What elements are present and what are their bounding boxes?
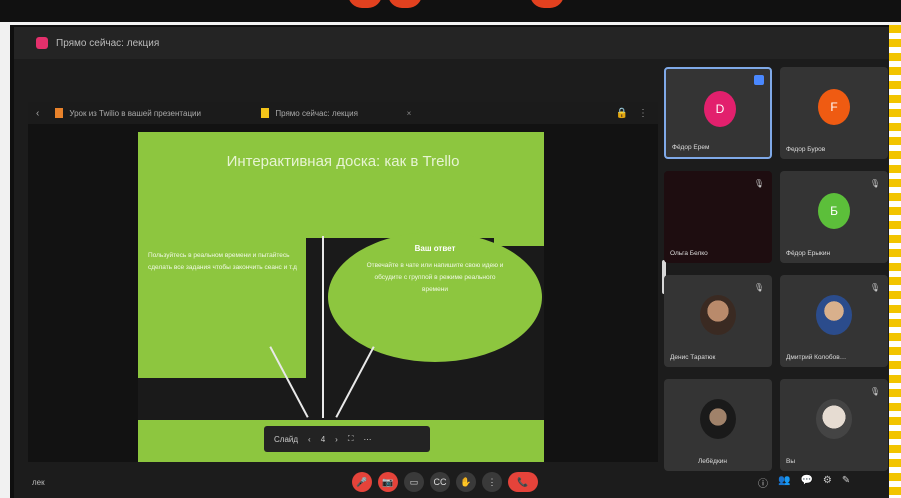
- tab-favicon-icon: [55, 108, 64, 118]
- participant-photo: [816, 295, 852, 335]
- participant-tile[interactable]: 🎙 Ольга Белко: [664, 171, 772, 263]
- participant-tile[interactable]: 🎙 Дмитрий Колобов…: [780, 275, 888, 367]
- mic-muted-icon: 🎙: [869, 179, 880, 188]
- participant-name: Фёдор Ерем: [672, 144, 710, 151]
- tab-favicon-icon: [261, 108, 270, 118]
- whiteboard-icon[interactable]: ✎: [842, 475, 850, 490]
- left-frame: [0, 25, 10, 498]
- more-icon[interactable]: ⋯: [363, 435, 371, 444]
- browser-tab-1[interactable]: Урок из Twilio в вашей презентации: [47, 102, 213, 124]
- recording-indicator: [348, 0, 382, 8]
- outer-window-top: [0, 0, 901, 25]
- info-icon[interactable]: ⓘ: [758, 475, 768, 490]
- participant-name: Фёдор Ерыкин: [786, 250, 831, 257]
- participant-name: Лебёдкин: [698, 458, 728, 465]
- mic-muted-icon: 🎙: [869, 283, 880, 292]
- tab-label: Прямо сейчас: лекция: [275, 108, 358, 118]
- meeting-app-window: Прямо сейчас: лекция ‹ Урок из Twilio в …: [14, 27, 889, 498]
- raise-hand-button[interactable]: ✋: [456, 472, 476, 492]
- presentation-slide: Интерактивная доска: как в Trello Пользу…: [138, 132, 544, 462]
- prev-slide-icon[interactable]: ‹: [308, 435, 311, 444]
- participant-name: Федор Буров: [786, 146, 826, 153]
- ellipse-title: Ваш ответ: [414, 244, 456, 253]
- slide-left-block: Пользуйтесь в реальном времени и пытайте…: [138, 238, 306, 378]
- mic-muted-icon: 🎙: [869, 387, 880, 396]
- avatar: F: [818, 89, 850, 125]
- slide-left-text: Пользуйтесь в реальном времени и пытайте…: [148, 252, 297, 271]
- participant-tile[interactable]: 🎙 Б Фёдор Ерыкин: [780, 171, 888, 263]
- fit-screen-icon[interactable]: ⛶: [348, 434, 354, 444]
- captions-button[interactable]: CC: [430, 472, 450, 492]
- app-title: Прямо сейчас: лекция: [56, 37, 160, 49]
- recording-indicator-2: [388, 0, 422, 8]
- participant-photo: [700, 295, 736, 335]
- close-icon[interactable]: ×: [407, 109, 412, 118]
- pin-icon: [754, 75, 764, 85]
- people-icon[interactable]: 👥: [778, 475, 790, 490]
- slide-ellipse: Ваш ответ Отвечайте в чате или напишите …: [328, 232, 542, 362]
- participant-tile[interactable]: Лебёдкин: [664, 379, 772, 471]
- activities-icon[interactable]: ⚙: [823, 475, 832, 490]
- more-vertical-icon[interactable]: ⋮: [638, 108, 648, 119]
- arrow-center: [322, 236, 324, 418]
- recording-indicator-3: [530, 0, 564, 8]
- presenter-toolbar: Слайд ‹ 4 › ⛶ ⋯: [264, 426, 430, 452]
- browser-tab-bar: ‹ Урок из Twilio в вашей презентации Пря…: [28, 102, 658, 124]
- participant-tile[interactable]: 🎙 Денис Таратюк: [664, 275, 772, 367]
- present-button[interactable]: ▭: [404, 472, 424, 492]
- tab-label: Урок из Twilio в вашей презентации: [69, 108, 201, 118]
- mic-toggle-button[interactable]: 🎤: [352, 472, 372, 492]
- participant-name: Дмитрий Колобов…: [786, 354, 847, 361]
- camera-toggle-button[interactable]: 📷: [378, 472, 398, 492]
- next-slide-icon[interactable]: ›: [335, 435, 338, 444]
- title-bar: Прямо сейчас: лекция: [14, 27, 889, 59]
- participant-name: Вы: [786, 458, 796, 465]
- right-frame: [889, 25, 901, 498]
- more-options-button[interactable]: ⋮: [482, 472, 502, 492]
- page-label: Слайд: [274, 434, 299, 444]
- ellipse-text: Отвечайте в чате или напишите свою идею …: [366, 262, 504, 293]
- slide-title: Интерактивная доска: как в Trello: [226, 153, 460, 170]
- chevron-left-icon[interactable]: ‹: [28, 108, 47, 119]
- avatar: Б: [818, 193, 850, 229]
- participant-name: Ольга Белко: [670, 250, 708, 257]
- browser-tab-2[interactable]: Прямо сейчас: лекция ×: [253, 102, 419, 124]
- meeting-code: лек: [32, 477, 45, 487]
- participant-tile[interactable]: 🎙 Вы: [780, 379, 888, 471]
- slide-title-block: Интерактивная доска: как в Trello: [138, 132, 544, 238]
- call-controls-bar: лек 🎤 📷 ▭ CC ✋ ⋮ 📞 ⓘ 👥 💬 ⚙ ✎: [14, 466, 889, 498]
- mic-muted-icon: 🎙: [753, 179, 764, 188]
- participant-name: Денис Таратюк: [670, 354, 716, 361]
- mic-muted-icon: 🎙: [753, 283, 764, 292]
- participant-photo: [816, 399, 852, 439]
- page-number: 4: [320, 434, 326, 444]
- lock-icon[interactable]: 🔒: [616, 108, 628, 119]
- participant-tile[interactable]: F Федор Буров: [780, 67, 888, 159]
- chat-icon[interactable]: 💬: [800, 475, 812, 490]
- screen-share-area: ‹ Урок из Twilio в вашей презентации Пря…: [28, 102, 666, 462]
- avatar: D: [704, 91, 736, 127]
- participant-photo: [700, 399, 736, 439]
- app-icon: [36, 37, 48, 49]
- participant-tile[interactable]: D Фёдор Ерем: [664, 67, 772, 159]
- end-call-button[interactable]: 📞: [508, 472, 538, 492]
- arrow-right: [335, 346, 375, 418]
